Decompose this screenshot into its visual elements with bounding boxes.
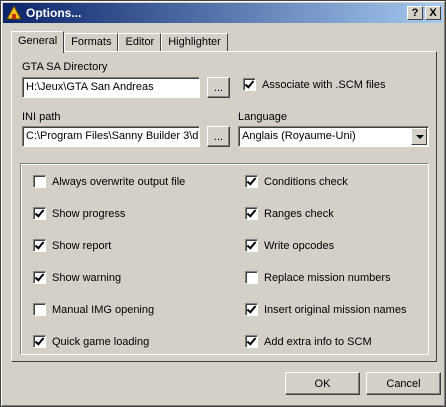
option-write-opcodes[interactable]: Write opcodes [245, 239, 334, 252]
gta-dir-label: GTA SA Directory [22, 61, 108, 73]
associate-scm-option[interactable]: Associate with .SCM files [243, 78, 385, 91]
option-conditions-check[interactable]: Conditions check [245, 175, 348, 188]
language-value: Anglais (Royaume-Uni) [242, 130, 356, 142]
gta-dir-browse-button[interactable]: ... [207, 77, 230, 98]
manual-img-checkbox[interactable] [33, 303, 46, 316]
gta-dir-input[interactable]: H:\Jeux\GTA San Andreas [22, 77, 200, 98]
tab-editor[interactable]: Editor [118, 33, 162, 52]
help-button[interactable]: ? [407, 6, 423, 20]
option-label: Insert original mission names [264, 303, 407, 316]
ini-path-browse-button[interactable]: ... [207, 126, 230, 147]
tab-general[interactable]: General [11, 31, 65, 53]
option-label: Show progress [52, 207, 126, 220]
options-group: Always overwrite output file Show progre… [20, 163, 429, 355]
cancel-button[interactable]: Cancel [366, 372, 441, 395]
insert-mission-names-checkbox[interactable] [245, 303, 258, 316]
show-warning-checkbox[interactable] [33, 271, 46, 284]
option-label: Show report [52, 239, 112, 252]
close-button[interactable]: X [425, 6, 441, 20]
tab-formats[interactable]: Formats [64, 33, 119, 52]
ok-button[interactable]: OK [285, 372, 360, 395]
option-label: Ranges check [264, 207, 334, 220]
option-quick-loading[interactable]: Quick game loading [33, 335, 149, 348]
option-label: Write opcodes [264, 239, 335, 252]
write-opcodes-checkbox[interactable] [245, 239, 258, 252]
option-show-report[interactable]: Show report [33, 239, 111, 252]
option-manual-img[interactable]: Manual IMG opening [33, 303, 154, 316]
option-label: Quick game loading [52, 335, 150, 348]
option-label: Always overwrite output file [52, 175, 186, 188]
ranges-check-checkbox[interactable] [245, 207, 258, 220]
option-show-progress[interactable]: Show progress [33, 207, 125, 220]
app-icon [6, 4, 22, 21]
option-label: Conditions check [264, 175, 348, 188]
window-title: Options... [26, 6, 82, 20]
option-label: Replace mission numbers [264, 271, 391, 284]
tab-highlighter[interactable]: Highlighter [161, 33, 228, 52]
replace-mission-numbers-checkbox[interactable] [245, 271, 258, 284]
option-insert-mission-names[interactable]: Insert original mission names [245, 303, 406, 316]
option-label: Show warning [52, 271, 122, 284]
overwrite-output-checkbox[interactable] [33, 175, 46, 188]
option-show-warning[interactable]: Show warning [33, 271, 121, 284]
show-report-checkbox[interactable] [33, 239, 46, 252]
option-extra-info[interactable]: Add extra info to SCM [245, 335, 372, 348]
tab-strip: General Formats Editor Highlighter [11, 30, 228, 53]
option-ranges-check[interactable]: Ranges check [245, 207, 334, 220]
associate-scm-checkbox[interactable] [243, 78, 256, 91]
option-label: Add extra info to SCM [264, 335, 372, 348]
options-dialog: Options... ? X General Formats Editor Hi… [0, 0, 446, 407]
show-progress-checkbox[interactable] [33, 207, 46, 220]
option-replace-mission-numbers[interactable]: Replace mission numbers [245, 271, 391, 284]
general-panel: GTA SA Directory H:\Jeux\GTA San Andreas… [11, 51, 437, 362]
conditions-check-checkbox[interactable] [245, 175, 258, 188]
extra-info-checkbox[interactable] [245, 335, 258, 348]
option-overwrite-output[interactable]: Always overwrite output file [33, 175, 185, 188]
associate-scm-label: Associate with .SCM files [262, 78, 386, 91]
language-label: Language [238, 111, 287, 123]
language-select[interactable]: Anglais (Royaume-Uni) [238, 126, 429, 147]
chevron-down-icon[interactable] [411, 128, 427, 145]
ini-path-input[interactable]: C:\Program Files\Sanny Builder 3\d [22, 126, 200, 147]
title-bar[interactable]: Options... ? X [3, 3, 443, 23]
option-label: Manual IMG opening [52, 303, 155, 316]
quick-loading-checkbox[interactable] [33, 335, 46, 348]
ini-path-label: INI path [22, 111, 61, 123]
